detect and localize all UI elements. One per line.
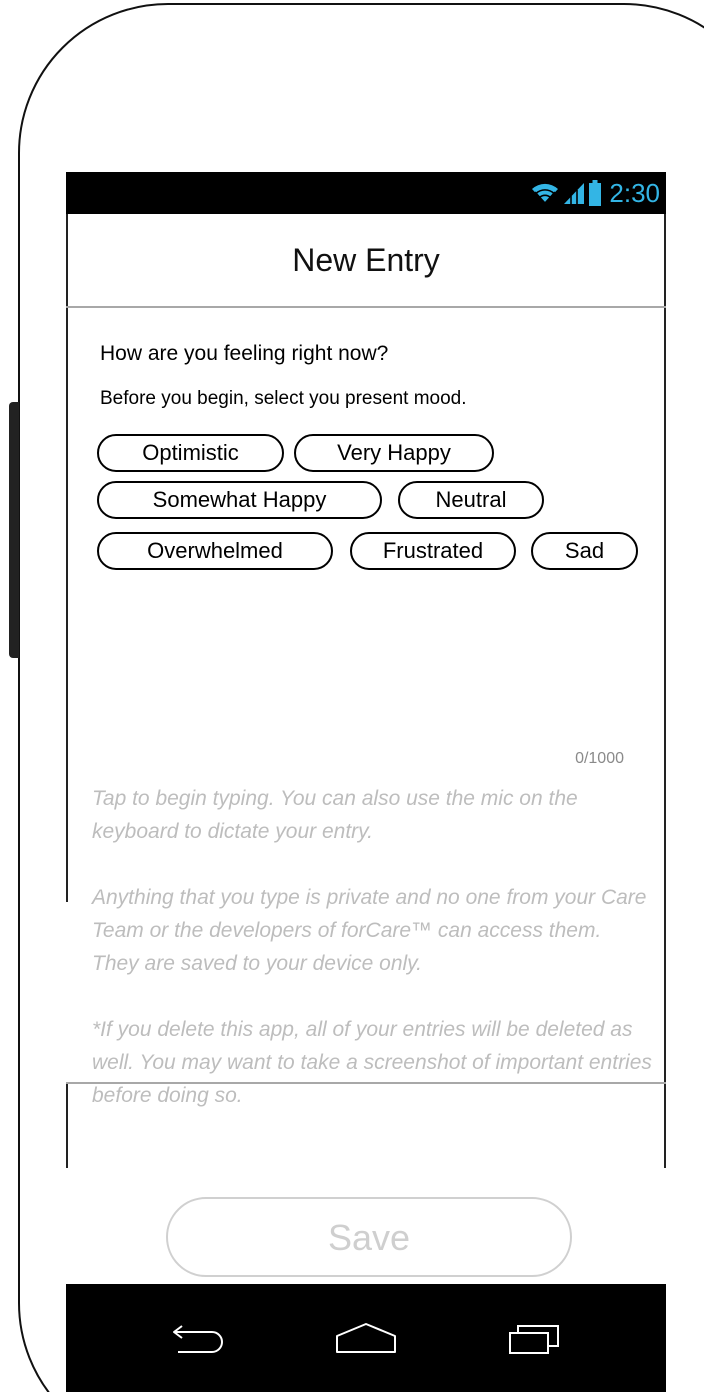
status-time: 2:30 [609, 178, 660, 208]
mood-chip-sad[interactable]: Sad [531, 532, 638, 570]
phone-screen: 2:30 New Entry How are you feeling right… [66, 172, 670, 1392]
mood-chip-very-happy[interactable]: Very Happy [294, 434, 494, 472]
back-button[interactable] [162, 1310, 234, 1366]
phone-side-button [9, 402, 19, 658]
mood-chip-row-2: Somewhat Happy Neutral [97, 481, 544, 519]
phone-mockup: 2:30 New Entry How are you feeling right… [0, 0, 704, 1392]
mood-chip-overwhelmed[interactable]: Overwhelmed [97, 532, 333, 570]
page-title: New Entry [292, 242, 440, 278]
mood-chip-row-3: Overwhelmed Frustrated Sad [97, 532, 638, 570]
home-button[interactable] [330, 1310, 402, 1366]
home-icon [336, 1323, 396, 1353]
mood-chip-optimistic[interactable]: Optimistic [97, 434, 284, 472]
battery-icon [589, 180, 602, 206]
back-icon [173, 1325, 223, 1353]
entry-placeholder-privacy: Anything that you type is private and no… [92, 886, 647, 975]
entry-content: How are you feeling right now? Before yo… [66, 308, 666, 1107]
mood-question: How are you feeling right now? [100, 342, 389, 365]
status-bar: 2:30 [66, 172, 666, 214]
entry-placeholder-tip: Tap to begin typing. You can also use th… [92, 787, 578, 843]
recent-apps-button[interactable] [498, 1310, 570, 1366]
character-count: 0/1000 [575, 750, 624, 767]
save-button[interactable]: Save [166, 1197, 572, 1277]
mood-chip-frustrated[interactable]: Frustrated [350, 532, 516, 570]
mood-chip-somewhat-happy[interactable]: Somewhat Happy [97, 481, 382, 519]
mood-chip-neutral[interactable]: Neutral [398, 481, 544, 519]
system-nav-bar [66, 1284, 666, 1392]
app-header: New Entry [66, 214, 666, 306]
status-icons: 2:30 [531, 172, 660, 214]
mood-instruction: Before you begin, select you present moo… [100, 388, 467, 409]
mood-chip-row-1: Optimistic Very Happy [97, 434, 494, 472]
wifi-icon [532, 183, 559, 204]
cell-signal-icon [564, 183, 585, 204]
recent-apps-icon [509, 1325, 559, 1354]
